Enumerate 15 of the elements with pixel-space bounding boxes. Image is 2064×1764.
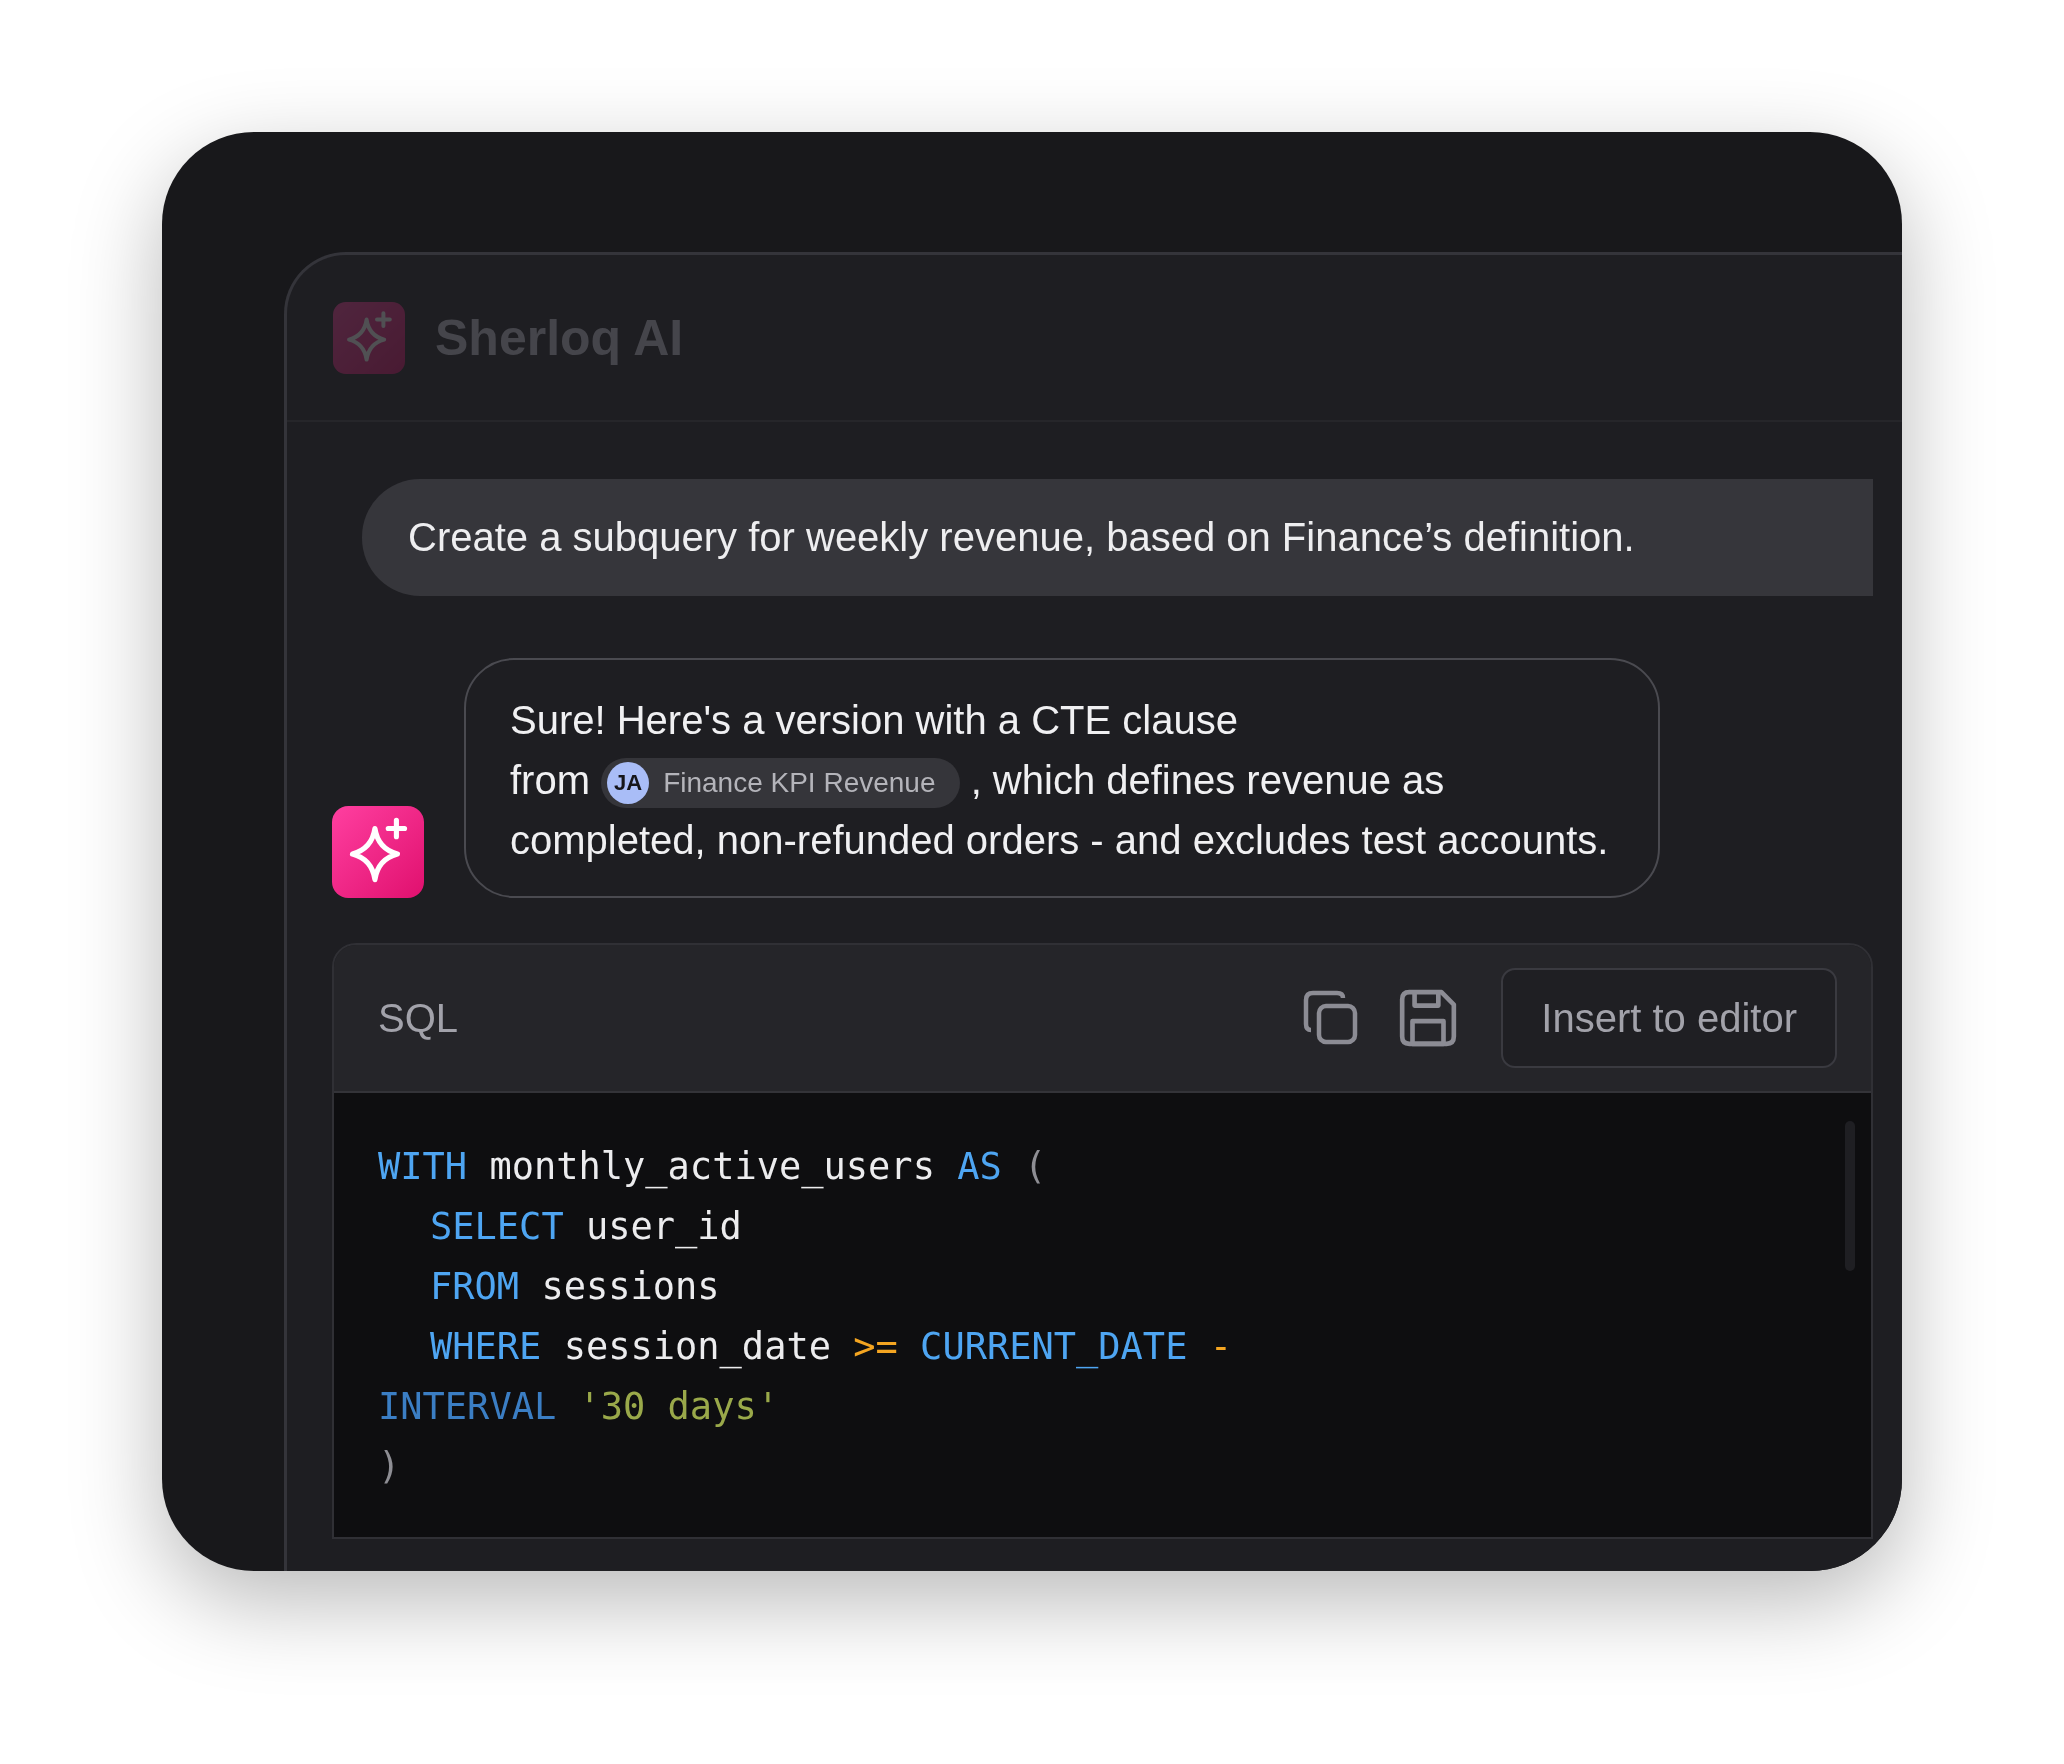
code-line: WHERE session_date >= CURRENT_DATE - [429,1324,1232,1371]
language-label: SQL [378,995,459,1041]
code-line: INTERVAL '30 days' [378,1384,779,1430]
code-line: FROM sessions [429,1264,720,1310]
code-line: WITH monthly_active_users AS ( [378,1144,1047,1191]
message-text: Create a subquery for weekly revenue, based on Finance’s definition. [408,515,1635,560]
avatar-initials: JA [607,762,650,805]
code-line: ) [378,1444,401,1490]
sparkle-avatar-icon [332,806,424,898]
message-text: Sure! Here's a version with a CTE clause from JA Finance KPI Revenue , which defines revenue as completed, non-refunded orders - and excludes test accounts. [510,697,1610,864]
code-line: SELECT user_id [429,1204,742,1251]
app-logo-icon [333,301,405,374]
insert-button[interactable]: Insert to editor [1501,968,1837,1068]
reference-chip[interactable]: JA Finance KPI Revenue [601,758,960,809]
chip-label: Finance KPI Revenue [663,766,936,801]
